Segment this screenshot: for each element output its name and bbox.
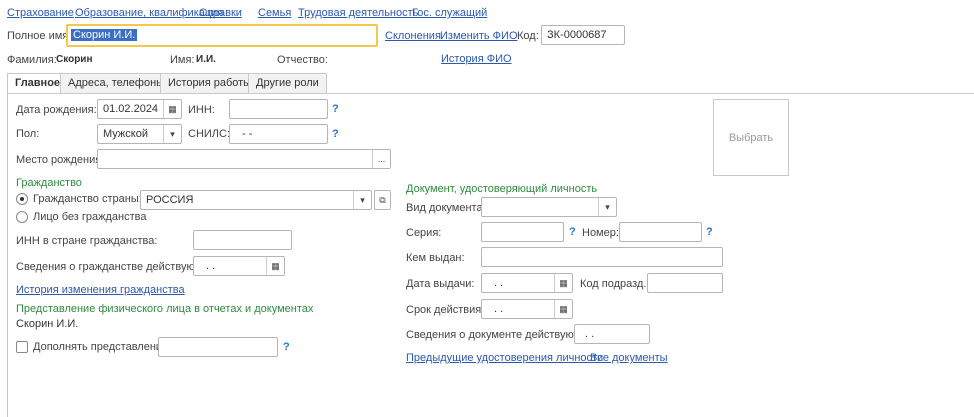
calendar-icon[interactable]: ▦ [163,100,181,118]
stateless-label: Лицо без гражданства [33,211,147,223]
change-fio-link[interactable]: Изменить ФИО [440,30,518,42]
name-value: И.И. [196,54,216,65]
dept-code-label: Код подразд.: [580,278,650,290]
inn-label: ИНН: [188,104,215,116]
prev-docs-link[interactable]: Предыдущие удостоверения личности [406,352,603,364]
code-input[interactable]: ЗК-0000687 [541,25,625,45]
birth-date-label: Дата рождения: [16,104,97,116]
snils-help-icon[interactable]: ? [332,128,339,140]
supplement-label: Дополнять представление [33,341,169,353]
name-label: Имя: [170,54,195,66]
declension-link[interactable]: Склонения [385,30,441,42]
supplement-input[interactable] [158,337,278,357]
validity-value: . . [494,303,504,315]
valid-from-label: Сведения о документе действуют с: [406,329,591,341]
citizenship-title: Гражданство [16,177,82,189]
gender-label: Пол: [16,128,40,140]
calendar-icon[interactable]: ▦ [554,300,572,318]
menu-family[interactable]: Семья [258,7,291,19]
photo-select-label: Выбрать [728,131,774,144]
inn-country-label: ИНН в стране гражданства: [16,235,158,247]
dept-code-input[interactable] [647,273,723,293]
menu-certificates[interactable]: Справки [199,7,242,19]
validity-label: Срок действия: [406,304,485,316]
stateless-radio[interactable] [16,211,28,223]
birthplace-label: Место рождения: [16,154,105,166]
doc-type-select[interactable]: ▾ [481,197,617,217]
patronymic-label: Отчество: [277,54,328,66]
issue-date-input[interactable]: . . ▦ [481,273,573,293]
birth-date-value: 01.02.2024 [103,103,159,115]
doc-type-label: Вид документа: [406,202,486,214]
citizenship-valid-label: Сведения о гражданстве действуют с: [16,261,212,273]
dropdown-arrow-icon[interactable]: ▾ [598,198,616,216]
full-name-label: Полное имя: [7,30,72,42]
supplement-checkbox[interactable] [16,341,28,353]
citizenship-country-label: Гражданство страны: [33,193,142,205]
issue-date-label: Дата выдачи: [406,278,475,290]
representation-value: Скорин И.И. [16,318,79,330]
supplement-help-icon[interactable]: ? [283,341,290,353]
issued-by-input[interactable] [481,247,723,267]
tab-main[interactable]: Главное [7,73,69,94]
surname-label: Фамилия: [7,54,57,66]
snils-label: СНИЛС: [188,128,231,140]
series-input[interactable] [481,222,564,242]
validity-input[interactable]: . . ▦ [481,299,573,319]
number-label: Номер: [582,227,619,239]
representation-title: Представление физического лица в отчетах… [16,303,314,315]
gender-select[interactable]: Мужской ▾ [97,124,182,144]
series-label: Серия: [406,227,442,239]
citizenship-country-select[interactable]: РОССИЯ ▾ [140,190,372,210]
calendar-icon[interactable]: ▦ [266,257,284,275]
issue-date-value: . . [494,277,504,289]
open-country-icon[interactable]: ⧉ [374,190,391,210]
menu-civil-servant[interactable]: Гос. служащий [412,7,487,19]
full-name-input[interactable]: Скорин И.И. [66,24,378,47]
menu-insurance[interactable]: Страхование [7,7,74,19]
citizenship-history-link[interactable]: История изменения гражданства [16,284,185,296]
citizenship-valid-input[interactable]: . . ▦ [193,256,285,276]
inn-help-icon[interactable]: ? [332,103,339,115]
all-docs-link[interactable]: Все документы [590,352,668,364]
tab-addresses-phones[interactable]: Адреса, телефоны [60,73,173,93]
number-help-icon[interactable]: ? [706,226,713,238]
tab-other-roles[interactable]: Другие роли [248,73,327,93]
valid-from-input[interactable]: . . [574,324,650,344]
surname-value: Скорин [56,54,93,65]
birthplace-input[interactable]: ... [97,149,391,169]
birthplace-select-button[interactable]: ... [372,150,390,168]
calendar-icon[interactable]: ▦ [554,274,572,292]
citizenship-valid-value: . . [206,260,216,272]
tab-work-history[interactable]: История работы [160,73,260,93]
menu-work-activity[interactable]: Трудовая деятельность [298,7,418,19]
country-dropdown-icon[interactable]: ▾ [353,191,371,209]
citizenship-country-radio[interactable] [16,193,28,205]
citizenship-country-value: РОССИЯ [146,194,194,206]
code-label: Код: [517,30,539,42]
history-fio-link[interactable]: История ФИО [441,53,512,65]
gender-value: Мужской [103,128,148,140]
full-name-selected-text: Скорин И.И. [71,29,138,41]
dropdown-arrow-icon[interactable]: ▾ [163,125,181,143]
snils-input[interactable]: - - [229,124,328,144]
photo-select-box[interactable]: Выбрать [713,99,789,176]
inn-input[interactable] [229,99,328,119]
identity-doc-title: Документ, удостоверяющий личность [406,183,598,195]
inn-country-input[interactable] [193,230,292,250]
birth-date-input[interactable]: 01.02.2024 ▦ [97,99,182,119]
series-help-icon[interactable]: ? [569,226,576,238]
number-input[interactable] [619,222,702,242]
issued-by-label: Кем выдан: [406,252,465,264]
